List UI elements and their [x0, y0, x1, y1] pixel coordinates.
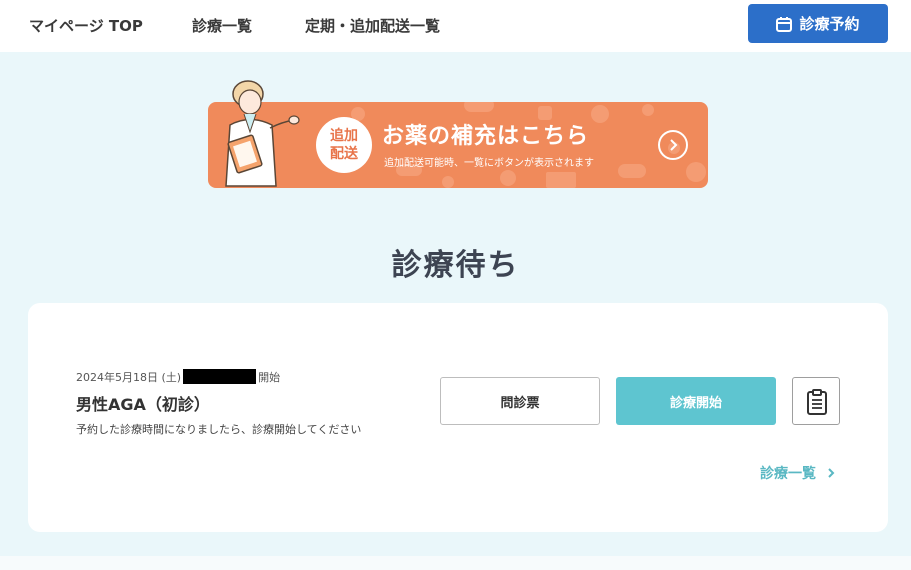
consultation-list-label: 診療一覧 — [760, 466, 816, 482]
top-navigation: マイページ TOP 診療一覧 定期・追加配送一覧 診療予約 — [0, 0, 911, 52]
banner-title: お薬の補充はこちら — [382, 124, 590, 149]
nurse-illustration — [225, 80, 300, 187]
start-consultation-button[interactable]: 診療開始 — [616, 377, 776, 425]
appointment-note: 予約した診療時間になりましたら、診療開始してください — [76, 423, 362, 436]
badge-line-2: 配送 — [330, 146, 358, 162]
calendar-icon — [776, 16, 793, 32]
clipboard-icon — [807, 389, 827, 415]
appointment-date: 2024年5月18日 (土) — [76, 371, 182, 384]
redacted-time — [183, 369, 257, 384]
chevron-right-icon — [828, 468, 835, 478]
badge-line-1: 追加 — [330, 128, 358, 144]
refill-badge: 追加 配送 — [316, 117, 372, 173]
banner-subtitle: 追加配送可能時、一覧にボタンが表示されます — [384, 158, 594, 169]
consultation-list-link[interactable]: 診療一覧 — [760, 463, 836, 483]
appointment-start-label: 開始 — [258, 371, 281, 384]
appointment-datetime: 2024年5月18日 (土) 開始 — [76, 369, 280, 385]
nav-item-mypage-top[interactable]: マイページ TOP — [29, 15, 143, 36]
nav-item-delivery-list[interactable]: 定期・追加配送一覧 — [305, 15, 440, 36]
appointment-card: 2024年5月18日 (土) 開始 男性AGA（初診） 予約した診療時間になりまし… — [28, 303, 888, 532]
nav-item-consultation-list[interactable]: 診療一覧 — [192, 15, 252, 36]
questionnaire-button[interactable]: 問診票 — [440, 377, 600, 425]
page-title: 診療待ち — [391, 248, 520, 283]
banner-arrow-icon — [658, 130, 688, 160]
appointment-name: 男性AGA（初診） — [76, 395, 210, 414]
book-consultation-button[interactable]: 診療予約 — [748, 4, 888, 43]
book-consultation-label: 診療予約 — [799, 15, 860, 33]
clipboard-button[interactable] — [792, 377, 840, 425]
footer-strip — [0, 556, 911, 570]
